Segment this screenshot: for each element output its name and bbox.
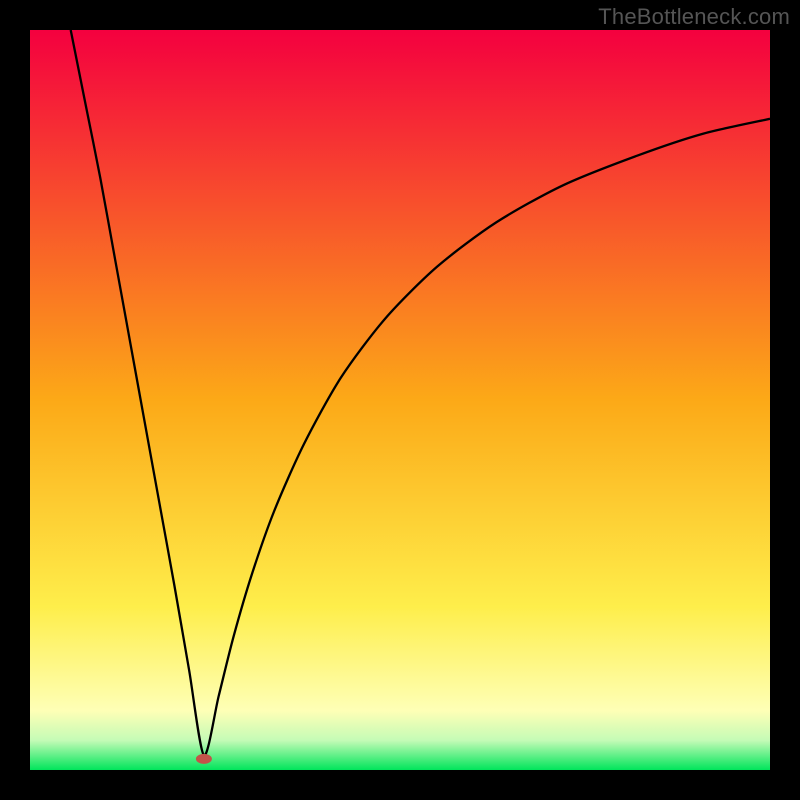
watermark-text: TheBottleneck.com — [598, 4, 790, 30]
bottleneck-chart — [30, 30, 770, 770]
chart-frame: TheBottleneck.com — [0, 0, 800, 800]
minimum-marker — [196, 754, 212, 764]
